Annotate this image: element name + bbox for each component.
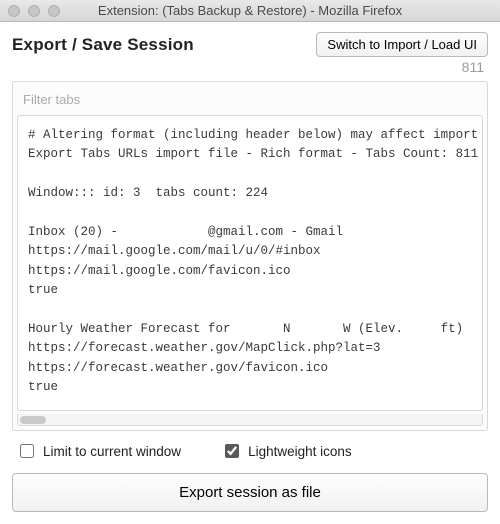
options-row: Limit to current window Lightweight icon… bbox=[12, 431, 488, 473]
scrollbar-thumb[interactable] bbox=[20, 416, 46, 424]
export-panel bbox=[12, 81, 488, 431]
switch-mode-button[interactable]: Switch to Import / Load UI bbox=[316, 32, 488, 57]
filter-tabs-input[interactable] bbox=[17, 86, 483, 113]
minimize-icon[interactable] bbox=[28, 5, 40, 17]
window-title: Extension: (Tabs Backup & Restore) - Moz… bbox=[0, 3, 500, 18]
zoom-icon[interactable] bbox=[48, 5, 60, 17]
header-row: Export / Save Session Switch to Import /… bbox=[12, 32, 488, 57]
export-text-wrap bbox=[17, 115, 483, 426]
tab-count: 811 bbox=[12, 59, 488, 75]
page-title: Export / Save Session bbox=[12, 35, 194, 55]
limit-current-window-label: Limit to current window bbox=[43, 444, 181, 459]
lightweight-icons-label: Lightweight icons bbox=[248, 444, 352, 459]
limit-current-window-input[interactable] bbox=[20, 444, 34, 458]
limit-current-window-checkbox[interactable]: Limit to current window bbox=[16, 441, 181, 461]
window-titlebar: Extension: (Tabs Backup & Restore) - Moz… bbox=[0, 0, 500, 22]
close-icon[interactable] bbox=[8, 5, 20, 17]
lightweight-icons-input[interactable] bbox=[225, 444, 239, 458]
page-content: Export / Save Session Switch to Import /… bbox=[0, 22, 500, 524]
window-controls bbox=[8, 5, 60, 17]
export-textarea[interactable] bbox=[17, 115, 483, 411]
horizontal-scrollbar[interactable] bbox=[17, 414, 483, 426]
export-session-button[interactable]: Export session as file bbox=[12, 473, 488, 512]
lightweight-icons-checkbox[interactable]: Lightweight icons bbox=[221, 441, 352, 461]
